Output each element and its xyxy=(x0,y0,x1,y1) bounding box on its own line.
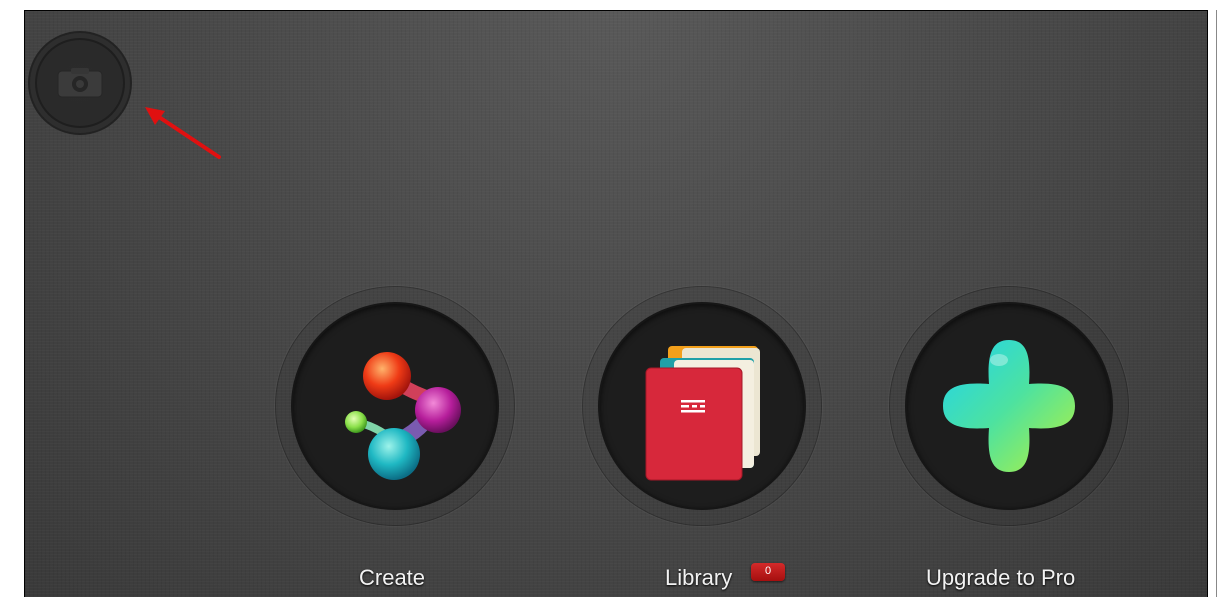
molecule-icon xyxy=(345,352,461,480)
camera-icon xyxy=(57,68,103,98)
library-count-badge: 0 xyxy=(751,563,785,581)
app-canvas: Create Library 0 Upgrade to Pro xyxy=(24,10,1208,597)
library-label: Library xyxy=(665,565,733,590)
camera-button[interactable] xyxy=(30,33,130,133)
upgrade-button[interactable] xyxy=(889,286,1129,526)
scrollbar-edge xyxy=(1216,10,1217,597)
folders-icon xyxy=(645,346,760,481)
plus-icon xyxy=(943,340,1075,472)
red-arrow-icon xyxy=(145,107,221,159)
upgrade-label: Upgrade to Pro xyxy=(926,565,1076,590)
library-button[interactable] xyxy=(582,286,822,526)
create-label: Create xyxy=(359,565,426,590)
create-button[interactable] xyxy=(275,286,515,526)
